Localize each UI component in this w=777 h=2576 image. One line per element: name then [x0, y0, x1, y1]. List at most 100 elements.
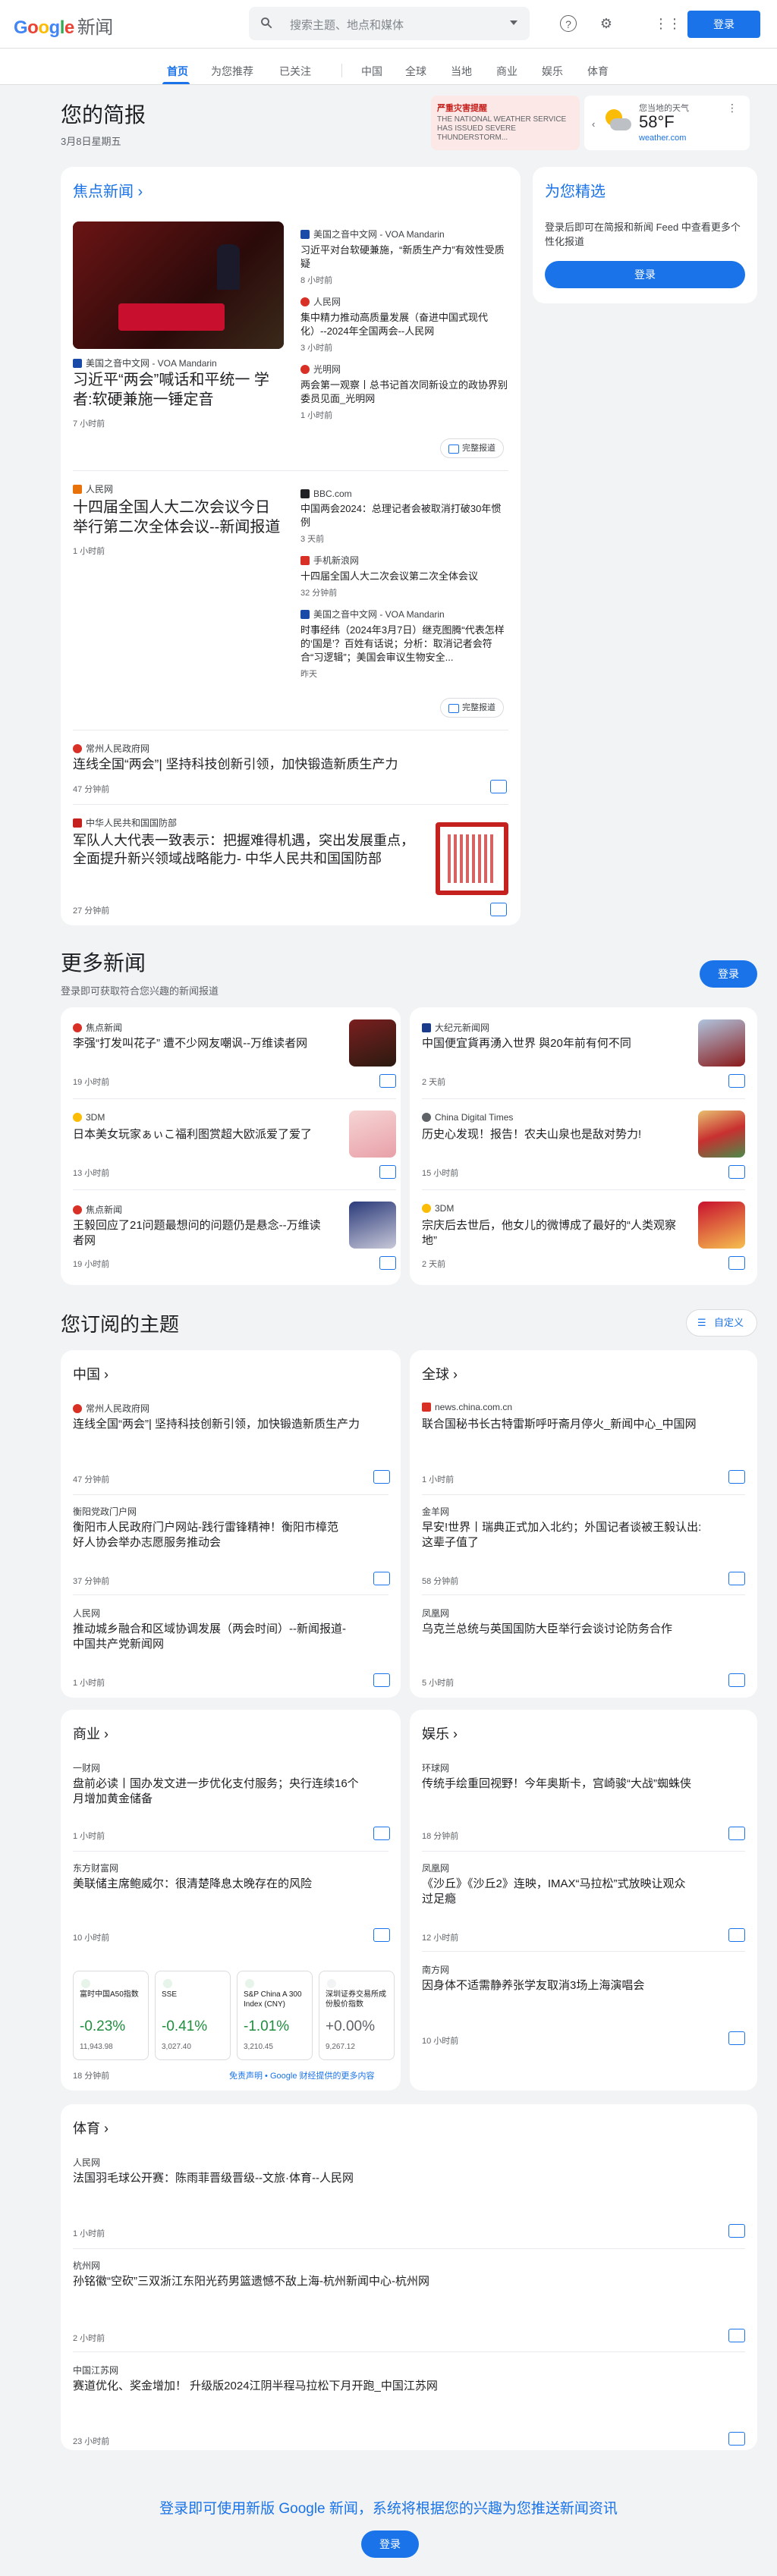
picks-login-button[interactable]: 登录: [545, 261, 745, 288]
story-thumbnail[interactable]: [698, 1019, 745, 1067]
topic-title-link[interactable]: 全球 ›: [422, 1364, 458, 1384]
story-thumbnail[interactable]: [698, 1111, 745, 1158]
chevron-left-icon[interactable]: ‹: [592, 118, 595, 130]
headline-link[interactable]: 十四届全国人大二次会议今日举行第二次全体会议--新闻报道: [73, 498, 284, 537]
full-coverage-icon[interactable]: [728, 2224, 745, 2238]
headline-link[interactable]: 传统手绘重回视野！今年奥斯卡，宫崎骏“大战”蜘蛛侠: [422, 1776, 725, 1792]
full-coverage-icon[interactable]: [728, 1827, 745, 1840]
topic-title-link[interactable]: 商业 ›: [73, 1723, 109, 1743]
story-image[interactable]: [73, 221, 284, 349]
more-login-button[interactable]: 登录: [700, 960, 757, 988]
tab-sports[interactable]: 体育: [587, 64, 609, 79]
stock-card[interactable]: 深圳证券交易所成份股价指数 +0.00% 9,267.12: [319, 1971, 395, 2060]
full-coverage-icon[interactable]: [490, 780, 507, 793]
divider: [73, 804, 508, 805]
headline-link[interactable]: 早安!世界丨瑞典正式加入北约；外国记者谈被王毅认出:这辈子值了: [422, 1520, 703, 1550]
full-coverage-icon[interactable]: [728, 2329, 745, 2342]
headline-link[interactable]: 孙铭徽“空砍”三双浙江东阳光药男篮遗憾不敌上海-杭州新闻中心-杭州网: [73, 2274, 680, 2289]
story-thumbnail[interactable]: [698, 1202, 745, 1249]
full-coverage-icon[interactable]: [373, 1928, 390, 1942]
headline-link[interactable]: 美联储主席鲍威尔：很清楚降息太晚存在的风险: [73, 1877, 361, 1892]
apps-grid-icon[interactable]: ⋮⋮: [654, 14, 681, 33]
full-coverage-icon[interactable]: [728, 1074, 745, 1088]
stock-card[interactable]: S&P China A 300 Index (CNY) -1.01% 3,210.4…: [237, 1971, 313, 2060]
top-stories-title[interactable]: 焦点新闻 ›: [73, 179, 143, 201]
full-coverage-icon[interactable]: [728, 1673, 745, 1687]
tab-following[interactable]: 已关注: [279, 64, 311, 79]
headline-link[interactable]: 历史心发现！报告！农夫山泉也是敌对势力!: [422, 1127, 680, 1142]
tab-entertainment[interactable]: 娱乐: [542, 64, 563, 79]
more-options-icon[interactable]: ⋮: [727, 102, 738, 115]
headline-link[interactable]: 军队人大代表一致表示：把握难得机遇，突出发展重点，全面提升新兴领域战略能力- 中…: [73, 831, 422, 868]
footer-login-button[interactable]: 登录: [361, 2530, 419, 2558]
weather-widget[interactable]: ‹ 您当地的天气 58°F weather.com ⋮: [584, 96, 750, 150]
headline-link[interactable]: 宗庆后去世后，他女儿的微博成了最好的“人类观察地”: [422, 1218, 680, 1249]
full-coverage-icon[interactable]: [728, 1928, 745, 1942]
tab-world[interactable]: 全球: [405, 64, 426, 79]
weather-alert[interactable]: 严重灾害提醒 THE NATIONAL WEATHER SERVICE HAS …: [431, 96, 580, 150]
full-coverage-icon[interactable]: [379, 1074, 396, 1088]
gear-icon[interactable]: ⚙: [596, 14, 616, 33]
customize-button[interactable]: ☰ 自定义: [686, 1309, 757, 1337]
headline-link[interactable]: 因身体不适需静养张学友取消3场上海演唱会: [422, 1978, 725, 1993]
full-coverage-icon[interactable]: [490, 903, 507, 916]
headline-link[interactable]: 《沙丘》《沙丘2》连映，IMAX“马拉松”式放映让观众过足瘾: [422, 1877, 695, 1907]
headline-link[interactable]: 衡阳市人民政府门户网站-践行雷锋精神！衡阳市樟范好人协会举办志愿服务推动会: [73, 1520, 346, 1550]
headline-link[interactable]: 联合国秘书长古特雷斯呼吁斋月停火_新闻中心_中国网: [422, 1417, 745, 1432]
full-coverage-button[interactable]: 完整报道: [440, 438, 504, 458]
headline-link[interactable]: 集中精力推动高质量发展（奋进中国式现代化）--2024年全国两会--人民网: [300, 311, 508, 338]
headline-link[interactable]: 习近平对台软硬兼施，“新质生产力”有效性受质疑: [300, 243, 508, 271]
headline-link[interactable]: 法国羽毛球公开赛：陈雨菲晋级晋级--文旅·体育--人民网: [73, 2171, 680, 2186]
topic-title-link[interactable]: 体育 ›: [73, 2118, 109, 2138]
full-coverage-icon[interactable]: [728, 1256, 745, 1270]
full-coverage-icon[interactable]: [373, 1470, 390, 1484]
stock-card[interactable]: SSE -0.41% 3,027.40: [155, 1971, 231, 2060]
help-icon[interactable]: ?: [560, 15, 577, 32]
google-news-logo[interactable]: Google 新闻: [14, 12, 113, 39]
headline-link[interactable]: 习近平“两会”喊话和平统一 学者:软硬兼施一锤定音: [73, 370, 284, 410]
search-input[interactable]: 搜索主题、地点和媒体: [249, 7, 530, 40]
headline-link[interactable]: 连线全国“两会”| 坚持科技创新引领，加快锻造新质生产力: [73, 757, 467, 772]
headline-link[interactable]: 日本美女玩家ぁぃこ福利图赏超大欧派爱了爱了: [73, 1127, 331, 1142]
full-coverage-icon[interactable]: [373, 1572, 390, 1585]
story-thumbnail[interactable]: [349, 1019, 396, 1067]
headline-link[interactable]: 推动城乡融合和区域协调发展（两会时间）--新闻报道-中国共产党新闻网: [73, 1622, 346, 1652]
headline-link[interactable]: 十四届全国人大二次会议第二次全体会议: [300, 570, 508, 583]
headline-link[interactable]: 中国便宜貨再湧入世界 與20年前有何不同: [422, 1036, 680, 1051]
story-thumbnail[interactable]: [349, 1202, 396, 1249]
tab-china[interactable]: 中国: [361, 64, 382, 79]
tab-local[interactable]: 当地: [451, 64, 472, 79]
full-coverage-icon[interactable]: [373, 1827, 390, 1840]
full-coverage-icon[interactable]: [728, 2031, 745, 2045]
headline-link[interactable]: 时事经纬（2024年3月7日）继克图腾“代表怎样的‘国是’？百姓有话说；分析：取…: [300, 624, 508, 664]
full-coverage-button[interactable]: 完整报道: [440, 698, 504, 718]
chevron-down-icon[interactable]: [510, 20, 517, 25]
tab-home[interactable]: 首页: [167, 64, 188, 79]
full-coverage-icon[interactable]: [728, 1572, 745, 1585]
qr-code-image[interactable]: [436, 822, 508, 895]
headline-link[interactable]: 王毅回应了21问题最想问的问题仍是悬念--万维读者网: [73, 1218, 331, 1249]
headline-link[interactable]: 连线全国“两会”| 坚持科技创新引领，加快锻造新质生产力: [73, 1417, 388, 1432]
headline-link[interactable]: 中国两会2024：总理记者会被取消打破30年惯例: [300, 502, 508, 529]
tab-for-you[interactable]: 为您推荐: [211, 64, 253, 79]
stock-card[interactable]: 富时中国A50指数 -0.23% 11,943.98: [73, 1971, 149, 2060]
login-button[interactable]: 登录: [687, 11, 760, 38]
headline-link[interactable]: 赛道优化、奖金增加！ 升级版2024江阴半程马拉松下月开跑_中国江苏网: [73, 2379, 680, 2394]
topic-title-link[interactable]: 娱乐 ›: [422, 1723, 458, 1743]
headline-link[interactable]: 两会第一观察丨总书记首次同新设立的政协界别委员见面_光明网: [300, 379, 508, 406]
headline-link[interactable]: 乌克兰总统与英国国防大臣举行会谈讨论防务合作: [422, 1622, 725, 1637]
full-coverage-icon[interactable]: [373, 1673, 390, 1687]
full-coverage-icon[interactable]: [379, 1165, 396, 1179]
top-header: Google 新闻 搜索主题、地点和媒体 ? ⚙ ⋮⋮ 登录: [0, 0, 777, 49]
full-coverage-icon[interactable]: [728, 1165, 745, 1179]
tab-business[interactable]: 商业: [496, 64, 517, 79]
full-coverage-icon[interactable]: [728, 1470, 745, 1484]
full-coverage-icon[interactable]: [379, 1256, 396, 1270]
headline-link[interactable]: 盘前必读丨国办发文进一步优化支付服务；央行连续16个月增加黄金储备: [73, 1776, 361, 1807]
story-thumbnail[interactable]: [349, 1111, 396, 1158]
topic-title-link[interactable]: 中国 ›: [73, 1364, 109, 1384]
divider: [422, 1189, 745, 1190]
finance-disclaimer-link[interactable]: 免责声明 • Google 财经提供的更多内容: [229, 2069, 375, 2081]
full-coverage-icon[interactable]: [728, 2432, 745, 2446]
headline-link[interactable]: 李强“打发叫花子” 遭不少网友嘲讽--万维读者网: [73, 1036, 331, 1051]
